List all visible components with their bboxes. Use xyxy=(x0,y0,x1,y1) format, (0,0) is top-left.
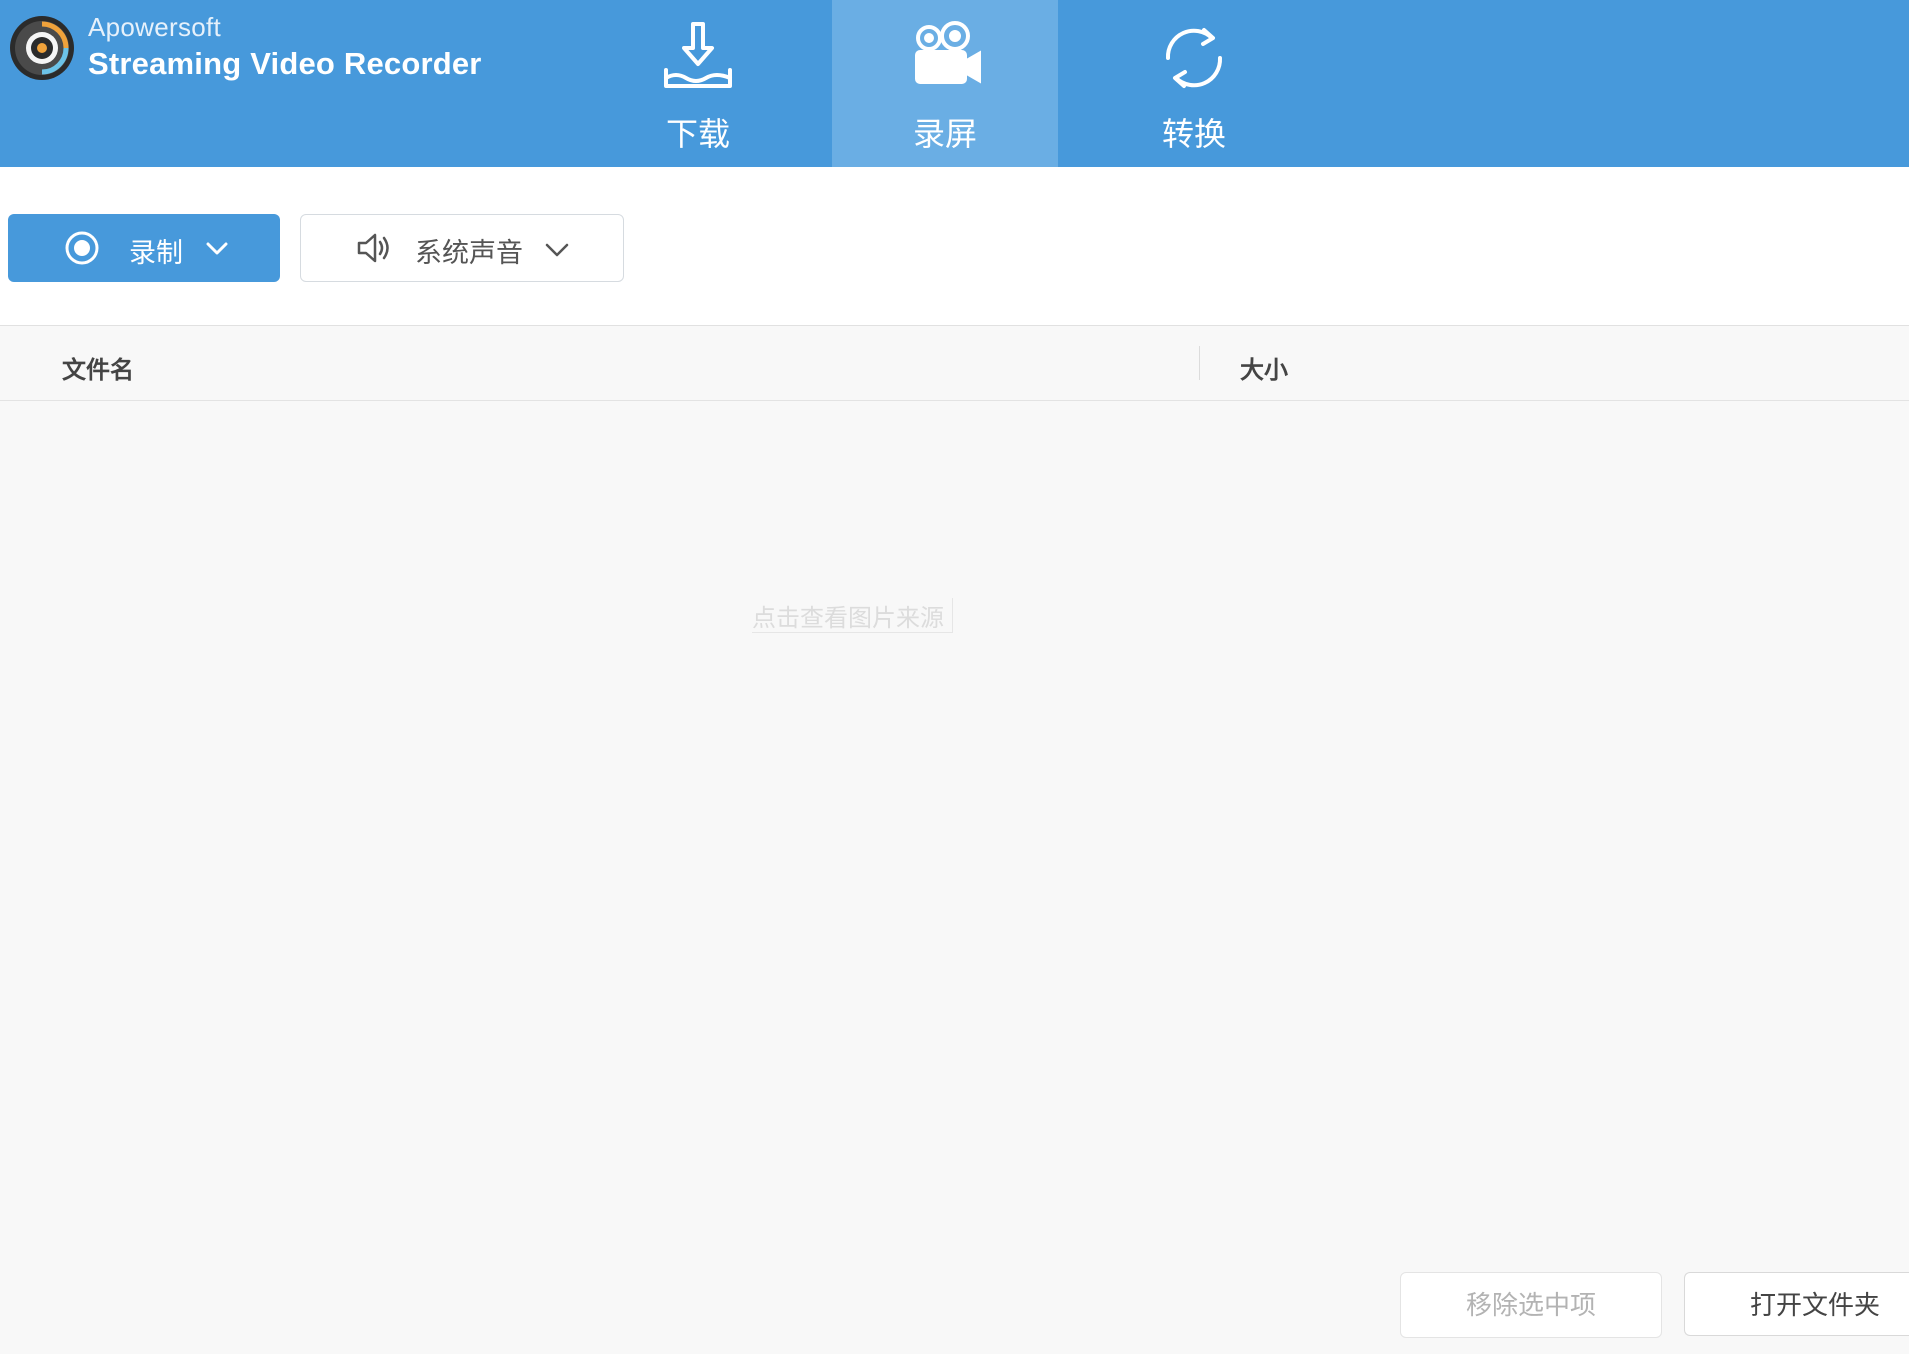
watermark-text: 点击查看图片来源 xyxy=(752,598,953,633)
chevron-down-icon xyxy=(206,242,228,255)
open-folder-button[interactable]: 打开文件夹 xyxy=(1684,1272,1909,1336)
download-tray-icon xyxy=(664,22,732,88)
column-divider[interactable] xyxy=(1199,346,1200,380)
column-header-filename[interactable]: 文件名 xyxy=(62,350,134,385)
speaker-icon xyxy=(357,233,389,263)
column-header-size[interactable]: 大小 xyxy=(1240,350,1288,385)
convert-arrows-icon xyxy=(1165,28,1223,88)
remove-selected-button[interactable]: 移除选中项 xyxy=(1400,1272,1662,1338)
video-camera-icon xyxy=(915,21,981,84)
record-label: 录制 xyxy=(129,238,183,268)
brand-product: Streaming Video Recorder xyxy=(88,46,482,81)
tab-label: 下载 xyxy=(665,116,730,152)
recordings-list[interactable]: 文件名 大小 点击查看图片来源 xyxy=(0,325,1909,1354)
tab-convert[interactable]: 转换 xyxy=(1081,0,1307,167)
record-button[interactable]: 录制 xyxy=(8,214,280,282)
record-dot-icon xyxy=(65,231,99,265)
audio-source-dropdown[interactable]: 系统声音 xyxy=(300,214,624,282)
table-header: 文件名 大小 xyxy=(0,326,1909,401)
app-logo-icon xyxy=(10,16,74,80)
chevron-down-icon xyxy=(545,243,569,257)
tab-label: 录屏 xyxy=(912,116,977,152)
tab-download[interactable]: 下载 xyxy=(585,0,811,167)
audio-label: 系统声音 xyxy=(415,238,523,268)
tab-record[interactable]: 录屏 xyxy=(832,0,1058,167)
app-header: Apowersoft Streaming Video Recorder 下载 录… xyxy=(0,0,1909,167)
brand-company: Apowersoft xyxy=(88,12,222,42)
tab-label: 转换 xyxy=(1161,116,1226,152)
